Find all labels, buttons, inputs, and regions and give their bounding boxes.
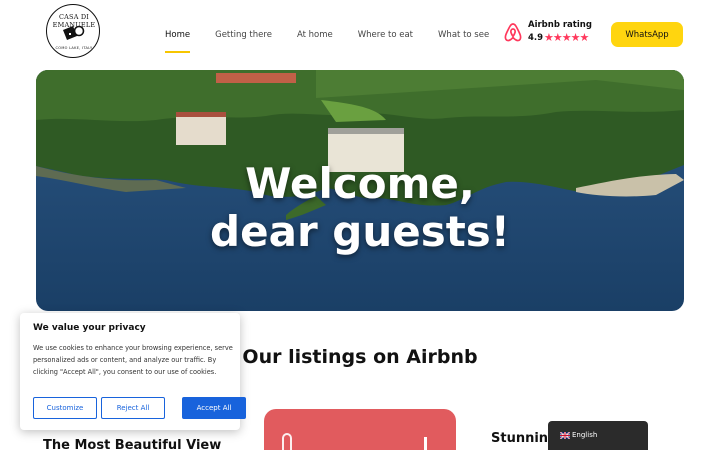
reject-all-button[interactable]: Reject All [101, 397, 165, 419]
logo-bottom-text: COMO LAKE, ITALY [55, 46, 93, 50]
site-logo[interactable]: CASA DI EMANUELE COMO LAKE, ITALY [38, 0, 108, 68]
star-icon: ★ [544, 31, 554, 44]
nav-item-what-to-see[interactable]: What to see [438, 26, 489, 44]
hero-title: Welcome, dear guests! [36, 160, 684, 256]
nav-item-at-home[interactable]: At home [297, 26, 333, 44]
star-icon: ★ [570, 31, 581, 44]
star-icon: ★ [579, 31, 590, 44]
rating-score: 4.9 [528, 33, 544, 43]
listing-card-image[interactable] [264, 409, 456, 450]
site-header: CASA DI EMANUELE COMO LAKE, ITALY Home G… [0, 0, 720, 70]
language-label: English [572, 431, 598, 439]
accept-all-button[interactable]: Accept All [182, 397, 246, 419]
star-icon: ★ [552, 31, 563, 44]
language-switcher[interactable]: English [548, 421, 648, 450]
cookie-description: We use cookies to enhance your browsing … [33, 344, 233, 376]
whatsapp-button[interactable]: WhatsApp [611, 22, 683, 47]
uk-flag-icon [560, 432, 570, 439]
logo-badge: CASA DI EMANUELE COMO LAKE, ITALY [46, 4, 100, 58]
hero-title-line1: Welcome, [245, 159, 475, 208]
nav-item-where-to-eat[interactable]: Where to eat [358, 26, 413, 44]
customize-button[interactable]: Customize [33, 397, 97, 419]
main-nav: Home Getting there At home Where to eat … [165, 0, 514, 70]
rating-label: Airbnb rating [528, 20, 592, 30]
cookie-title: We value your privacy [33, 323, 146, 333]
rating-stars: ★★★★★ [544, 31, 590, 44]
hero-title-line2: dear guests! [210, 207, 510, 256]
hero-banner: Welcome, dear guests! [36, 70, 684, 311]
airbnb-icon [504, 23, 522, 42]
star-icon: ★ [561, 31, 572, 44]
logo-fragment [424, 437, 427, 450]
key-icon [63, 25, 85, 40]
listing-title-left[interactable]: The Most Beautiful View [43, 438, 221, 450]
nav-item-getting-there[interactable]: Getting there [215, 26, 272, 44]
cookie-consent-banner: We value your privacy We use cookies to … [20, 313, 246, 430]
airbnb-logo-icon [282, 433, 292, 450]
airbnb-rating[interactable]: Airbnb rating 4.9 ★★★★★ [503, 20, 598, 48]
nav-item-home[interactable]: Home [165, 26, 191, 53]
